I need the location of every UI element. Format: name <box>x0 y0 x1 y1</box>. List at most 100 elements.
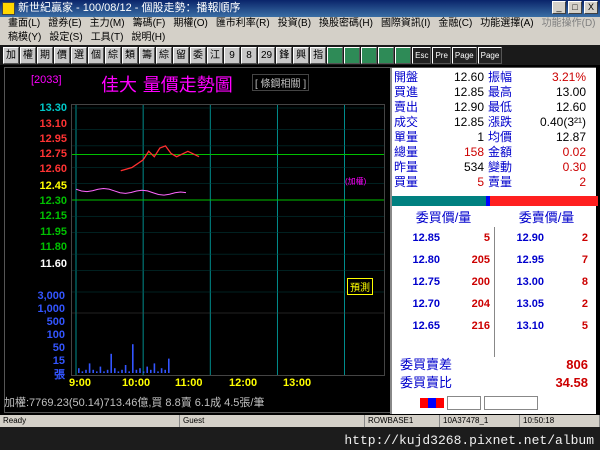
bid-size: 200 <box>471 276 490 288</box>
toolbar-button[interactable]: Pre <box>432 46 451 64</box>
stat-value: 12.85 <box>453 85 484 99</box>
index-status-line: 加權:7769.23(50.14)713.46億,買 8.8賣 6.1成 4.5… <box>4 397 265 409</box>
toolbar-button[interactable]: 權 <box>20 46 36 64</box>
chart-area: [2033] 佳大 量價走勢圖 [ 條鋼相關 ] 13.30 13.10 12.95… <box>5 68 387 414</box>
toolbar-button[interactable] <box>344 46 361 64</box>
stat-label: 漲跌 <box>488 115 513 129</box>
volume-bar <box>81 371 84 373</box>
ask-ratio-segment <box>490 196 598 206</box>
stat-value: 0.02 <box>562 145 586 159</box>
y-tick-label: 12.45 <box>39 180 67 192</box>
toolbar-button[interactable]: 價 <box>54 46 70 64</box>
volume-bar <box>132 344 134 373</box>
status-stock-code[interactable]: 2033 <box>447 396 482 410</box>
stat-value: 0.40(3²¹) <box>539 115 586 129</box>
stat-label: 買進 <box>394 85 419 99</box>
stat-value: 12.85 <box>453 115 484 129</box>
predict-button[interactable]: 預測 <box>347 278 373 295</box>
bid-ask-ratio-bar <box>392 196 598 206</box>
toolbar-button[interactable]: 29 <box>258 46 276 64</box>
toolbar-button[interactable]: 9 <box>224 46 240 64</box>
toolbar-button[interactable] <box>361 46 378 64</box>
toolbar-button[interactable]: Page <box>477 46 503 64</box>
toolbar-button[interactable]: 江 <box>207 46 223 64</box>
order-book-row[interactable]: 12.65 216 13.10 5 <box>392 315 598 337</box>
price-chart-svg <box>72 105 384 375</box>
toolbar-button[interactable]: Esc <box>412 46 432 64</box>
toolbar-button[interactable]: 興 <box>293 46 310 64</box>
menu-item-settings[interactable]: 設定(S) <box>45 31 86 45</box>
toolbar-button[interactable]: 鋒 <box>276 46 293 64</box>
stat-label: 賣量 <box>488 175 513 189</box>
menu-item-securities[interactable]: 證券(E) <box>44 17 85 31</box>
toolbar-button[interactable]: 綜 <box>105 46 121 64</box>
order-book-row[interactable]: 12.80 205 12.95 7 <box>392 249 598 271</box>
menu-item-main-force[interactable]: 主力(M) <box>86 17 129 31</box>
order-book-row[interactable]: 12.75 200 13.00 8 <box>392 271 598 293</box>
main-panel: [2033] 佳大 量價走勢圖 [ 條鋼相關 ] 13.30 13.10 12.95… <box>4 67 598 414</box>
volume-bar <box>160 368 163 373</box>
stat-label: 變動 <box>488 160 513 174</box>
toolbar-button[interactable]: 加 <box>3 46 19 64</box>
chart-title: 佳大 量價走勢圖 <box>101 75 233 96</box>
diff-row: 委買賣比 34.58 <box>392 374 598 392</box>
bid-size: 204 <box>471 298 490 310</box>
quote-stat-row: 買進 12.85 最高 13.00 <box>392 85 598 100</box>
order-book-row[interactable]: 12.85 5 12.90 2 <box>392 227 598 249</box>
menu-item-chips[interactable]: 籌碼(F) <box>129 17 170 31</box>
stat-label: 成交 <box>394 115 419 129</box>
quote-panel: 開盤 12.60 振幅 3.21% 買進 12.85 最高 13.00 賣出 12.90 最低 12.… <box>390 68 598 414</box>
volume-bar <box>139 368 141 373</box>
status-right: 2033 10:50:18/ <box>420 395 596 411</box>
order-book: 委買價/量 委賣價/量 12.85 5 12.90 2 12.80 205 12.95 7 12… <box>392 209 598 357</box>
menu-item-code[interactable]: 換股密碼(H) <box>315 17 377 31</box>
menu-item-intl[interactable]: 國際資訊(I) <box>377 17 434 31</box>
volume-bar <box>85 369 87 373</box>
toolbar-button[interactable]: 綜 <box>156 46 172 64</box>
diff-label: 委買賣比 <box>400 375 453 390</box>
volume-bar <box>117 371 120 373</box>
stat-label: 總量 <box>394 145 419 159</box>
x-tick-label: 11:00 <box>175 377 203 389</box>
bid-price: 12.80 <box>412 254 440 266</box>
menu-item-help[interactable]: 說明(H) <box>127 31 169 45</box>
order-book-rows: 12.85 5 12.90 2 12.80 205 12.95 7 12.75 200 13.00 8… <box>392 227 598 357</box>
order-book-row[interactable]: 12.70 204 13.05 2 <box>392 293 598 315</box>
toolbar-button[interactable] <box>327 46 344 64</box>
toolbar-button[interactable] <box>378 46 395 64</box>
toolbar-button[interactable]: 指 <box>310 46 327 64</box>
y-tick-label: 12.15 <box>39 210 67 222</box>
toolbar-button[interactable]: 類 <box>122 46 138 64</box>
quote-stat-row: 開盤 12.60 振幅 3.21% <box>392 70 598 85</box>
volume-bar <box>124 365 127 373</box>
menu-item-options[interactable]: 期權(O) <box>169 17 211 31</box>
menu-item-screen[interactable]: 畫面(L) <box>4 17 44 31</box>
industry-tag[interactable]: [ 條鋼相關 ] <box>252 74 310 91</box>
toolbar-button[interactable] <box>395 46 412 64</box>
menu-item-function-select[interactable]: 功能選擇(A) <box>476 17 537 31</box>
close-button[interactable]: X <box>584 1 598 14</box>
toolbar-button[interactable]: 期 <box>37 46 53 64</box>
y-tick-label: 12.30 <box>39 195 67 207</box>
x-tick-label: 13:00 <box>283 377 312 389</box>
volume-tick-label: 500 <box>46 316 65 328</box>
toolbar-button[interactable]: 個 <box>88 46 104 64</box>
menu-item-invest[interactable]: 投資(B) <box>274 17 315 31</box>
menu-item-finance[interactable]: 金融(C) <box>434 17 476 31</box>
menu-item-forex[interactable]: 匯市利率(R) <box>212 17 274 31</box>
volume-bar <box>153 363 156 373</box>
minimize-button[interactable]: _ <box>552 1 566 14</box>
stat-value: 3.21% <box>551 70 586 84</box>
toolbar-button[interactable]: Page <box>451 46 477 64</box>
menu-item-template[interactable]: 稿模(Y) <box>4 31 45 45</box>
toolbar-button[interactable]: 留 <box>173 46 189 64</box>
menu-item-function-op[interactable]: 功能操作(D) <box>538 17 600 31</box>
maximize-button[interactable]: □ <box>568 1 582 14</box>
toolbar-button[interactable]: 8 <box>241 46 257 64</box>
menu-item-tools[interactable]: 工具(T) <box>87 31 128 45</box>
stat-label: 賣出 <box>394 100 419 114</box>
toolbar-button[interactable]: 委 <box>190 46 206 64</box>
index-series-line <box>75 187 187 196</box>
toolbar-button[interactable]: 籌 <box>139 46 155 64</box>
toolbar-button[interactable]: 選 <box>71 46 87 64</box>
